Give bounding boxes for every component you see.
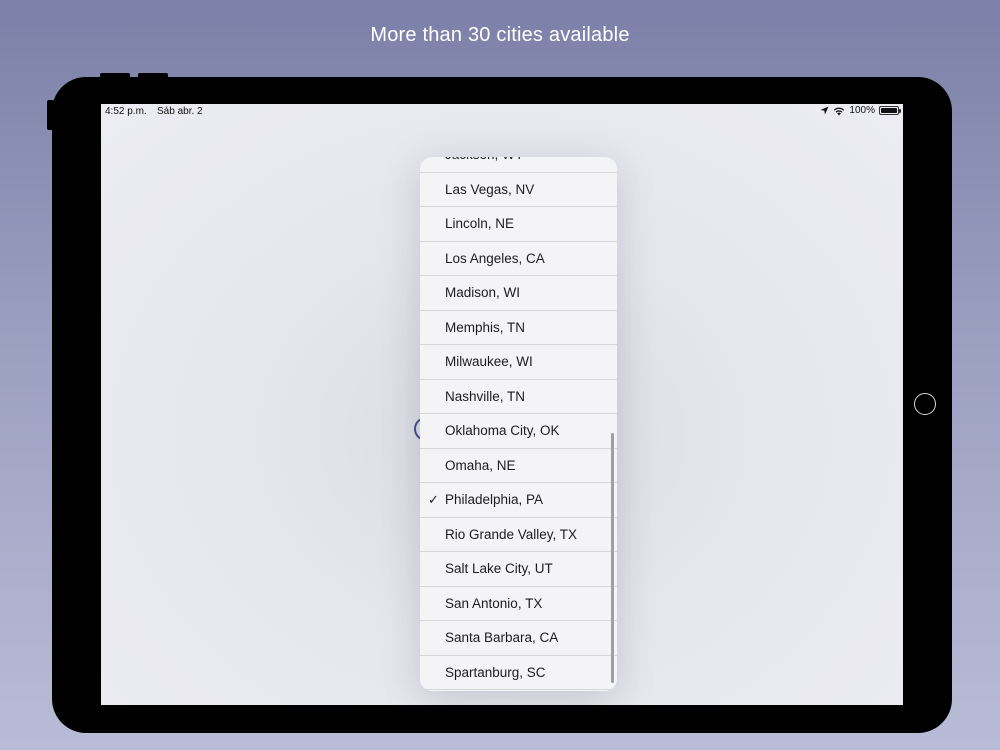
city-list-item[interactable]: Salt Lake City, UT	[420, 552, 617, 587]
city-list-item[interactable]: Los Angeles, CA	[420, 242, 617, 276]
city-list-item[interactable]: Las Vegas, NV	[420, 173, 617, 207]
city-list-item[interactable]: Memphis, TN	[420, 311, 617, 345]
city-label: Santa Barbara, CA	[445, 630, 559, 646]
battery-icon	[879, 106, 901, 115]
city-label: Jackson, WY	[445, 157, 524, 162]
city-label: Rio Grande Valley, TX	[445, 526, 578, 542]
status-date: Sáb abr. 2	[157, 106, 203, 117]
status-bar: 4:52 p.m. Sáb abr. 2 100%	[101, 104, 903, 120]
tablet-screen: 4:52 p.m. Sáb abr. 2 100% Jackson, WY Las…	[101, 104, 903, 705]
city-label: Memphis, TN	[445, 319, 526, 335]
city-list-item[interactable]: Oklahoma City, OK	[420, 414, 617, 449]
checkmark-icon: ✓	[428, 491, 439, 507]
scrollbar[interactable]	[611, 433, 614, 683]
headline: More than 30 cities available	[370, 24, 630, 46]
city-list-item[interactable]: Nashville, TN	[420, 380, 617, 414]
city-label: Salt Lake City, UT	[445, 561, 553, 577]
home-button-icon	[914, 393, 936, 415]
city-label: Milwaukee, WI	[445, 354, 533, 370]
city-label: Los Angeles, CA	[445, 250, 545, 266]
city-list-item[interactable]: ✓ Philadelphia, PA	[420, 483, 617, 518]
status-time: 4:52 p.m.	[105, 106, 147, 117]
city-list-item[interactable]: Spartanburg, SC	[420, 656, 617, 690]
wifi-icon	[834, 107, 845, 115]
city-list-item[interactable]: San Antonio, TX	[420, 587, 617, 621]
city-list-item[interactable]: Santa Barbara, CA	[420, 621, 617, 656]
status-indicators: 100%	[820, 105, 901, 116]
city-list-item[interactable]: Milwaukee, WI	[420, 345, 617, 380]
city-label: San Antonio, TX	[445, 595, 543, 611]
city-list-item[interactable]: Jackson, WY	[420, 157, 617, 173]
city-label: Las Vegas, NV	[445, 181, 535, 197]
city-dropdown[interactable]: Jackson, WY Las Vegas, NV Lincoln, NE Los A…	[420, 157, 617, 691]
battery-percent: 100%	[849, 105, 875, 116]
city-list-item[interactable]: Madison, WI	[420, 276, 617, 311]
city-label: Nashville, TN	[445, 388, 526, 404]
city-list-item[interactable]: Omaha, NE	[420, 449, 617, 483]
city-list-item[interactable]: Rio Grande Valley, TX	[420, 518, 617, 552]
city-label: Madison, WI	[445, 285, 521, 301]
city-label: Lincoln, NE	[445, 216, 515, 232]
location-arrow-icon	[820, 106, 829, 115]
city-label: Spartanburg, SC	[445, 664, 546, 680]
city-list: Jackson, WY Las Vegas, NV Lincoln, NE Los A…	[420, 157, 617, 690]
city-label: Omaha, NE	[445, 457, 516, 473]
city-label: Oklahoma City, OK	[445, 423, 560, 439]
city-list-item[interactable]: Lincoln, NE	[420, 207, 617, 242]
city-label: Philadelphia, PA	[445, 492, 544, 508]
